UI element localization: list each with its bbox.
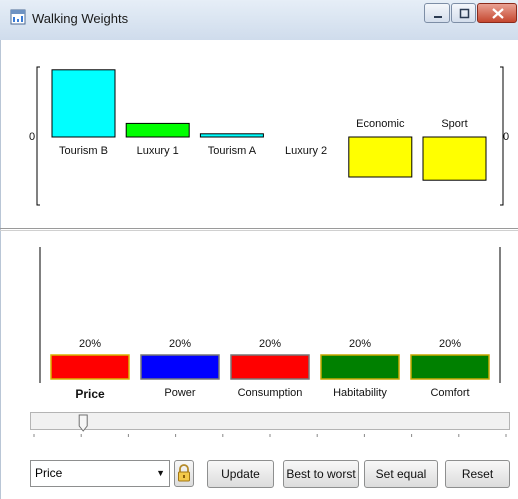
alternative-label: Tourism B (59, 145, 108, 157)
title-bar[interactable]: Walking Weights (0, 0, 518, 41)
alternative-bar (348, 136, 413, 178)
minimize-button[interactable] (424, 3, 450, 23)
reset-button[interactable]: Reset (445, 460, 510, 488)
panel-divider-shadow (0, 230, 518, 231)
criterion-weight-bar[interactable] (230, 354, 310, 380)
criterion-select[interactable]: Price ▼ (30, 460, 170, 487)
criterion-select-value: Price (35, 466, 63, 480)
walking-weights-window: Walking Weights 0 0 Tourism B Luxury 1 Tou… (0, 0, 518, 499)
lock-icon (178, 464, 190, 482)
zero-label-right: 0 (503, 131, 510, 143)
window-title: Walking Weights (32, 11, 129, 26)
alternative-bar (422, 136, 487, 181)
criterion-label[interactable]: Comfort (406, 387, 494, 399)
close-button[interactable] (477, 3, 517, 23)
criterion-label[interactable]: Consumption (226, 387, 314, 399)
criterion-percent-label: 20% (168, 338, 192, 350)
criteria-chart (39, 247, 501, 383)
chevron-down-icon: ▼ (156, 468, 165, 478)
set-equal-button[interactable]: Set equal (364, 460, 438, 488)
criterion-weight-bar[interactable] (320, 354, 400, 380)
criterion-label[interactable]: Power (136, 387, 224, 399)
alternative-bar (51, 69, 116, 138)
alternative-label: Sport (441, 118, 468, 130)
alternative-bar (199, 133, 264, 138)
slider-thumb (78, 414, 88, 432)
criterion-percent-label: 20% (258, 338, 282, 350)
criterion-weight-bar[interactable] (410, 354, 490, 380)
criterion-label[interactable]: Price (46, 387, 134, 401)
update-button[interactable]: Update (207, 460, 274, 488)
best-to-worst-button[interactable]: Best to worst (283, 460, 359, 488)
maximize-icon (459, 8, 470, 19)
app-icon (10, 9, 26, 25)
alternative-label: Luxury 1 (136, 145, 179, 157)
alternative-label: Economic (356, 118, 405, 130)
criterion-weight-bar[interactable] (140, 354, 220, 380)
weight-slider[interactable] (0, 412, 518, 442)
alternative-label: Tourism A (207, 145, 257, 157)
alternative-label: Luxury 2 (284, 145, 328, 157)
lock-button[interactable] (174, 460, 194, 487)
left-axis-bracket (36, 66, 40, 206)
close-icon (492, 8, 504, 19)
criterion-label[interactable]: Habitability (316, 387, 404, 399)
panel-divider (0, 228, 518, 229)
criterion-percent-label: 20% (348, 338, 372, 350)
criterion-percent-label: 20% (78, 338, 102, 350)
zero-label-left: 0 (29, 131, 36, 143)
criterion-percent-label: 20% (438, 338, 462, 350)
alternative-bar (125, 122, 190, 138)
minimize-icon (434, 16, 442, 18)
criterion-weight-bar[interactable] (50, 354, 130, 380)
maximize-button[interactable] (451, 3, 476, 23)
